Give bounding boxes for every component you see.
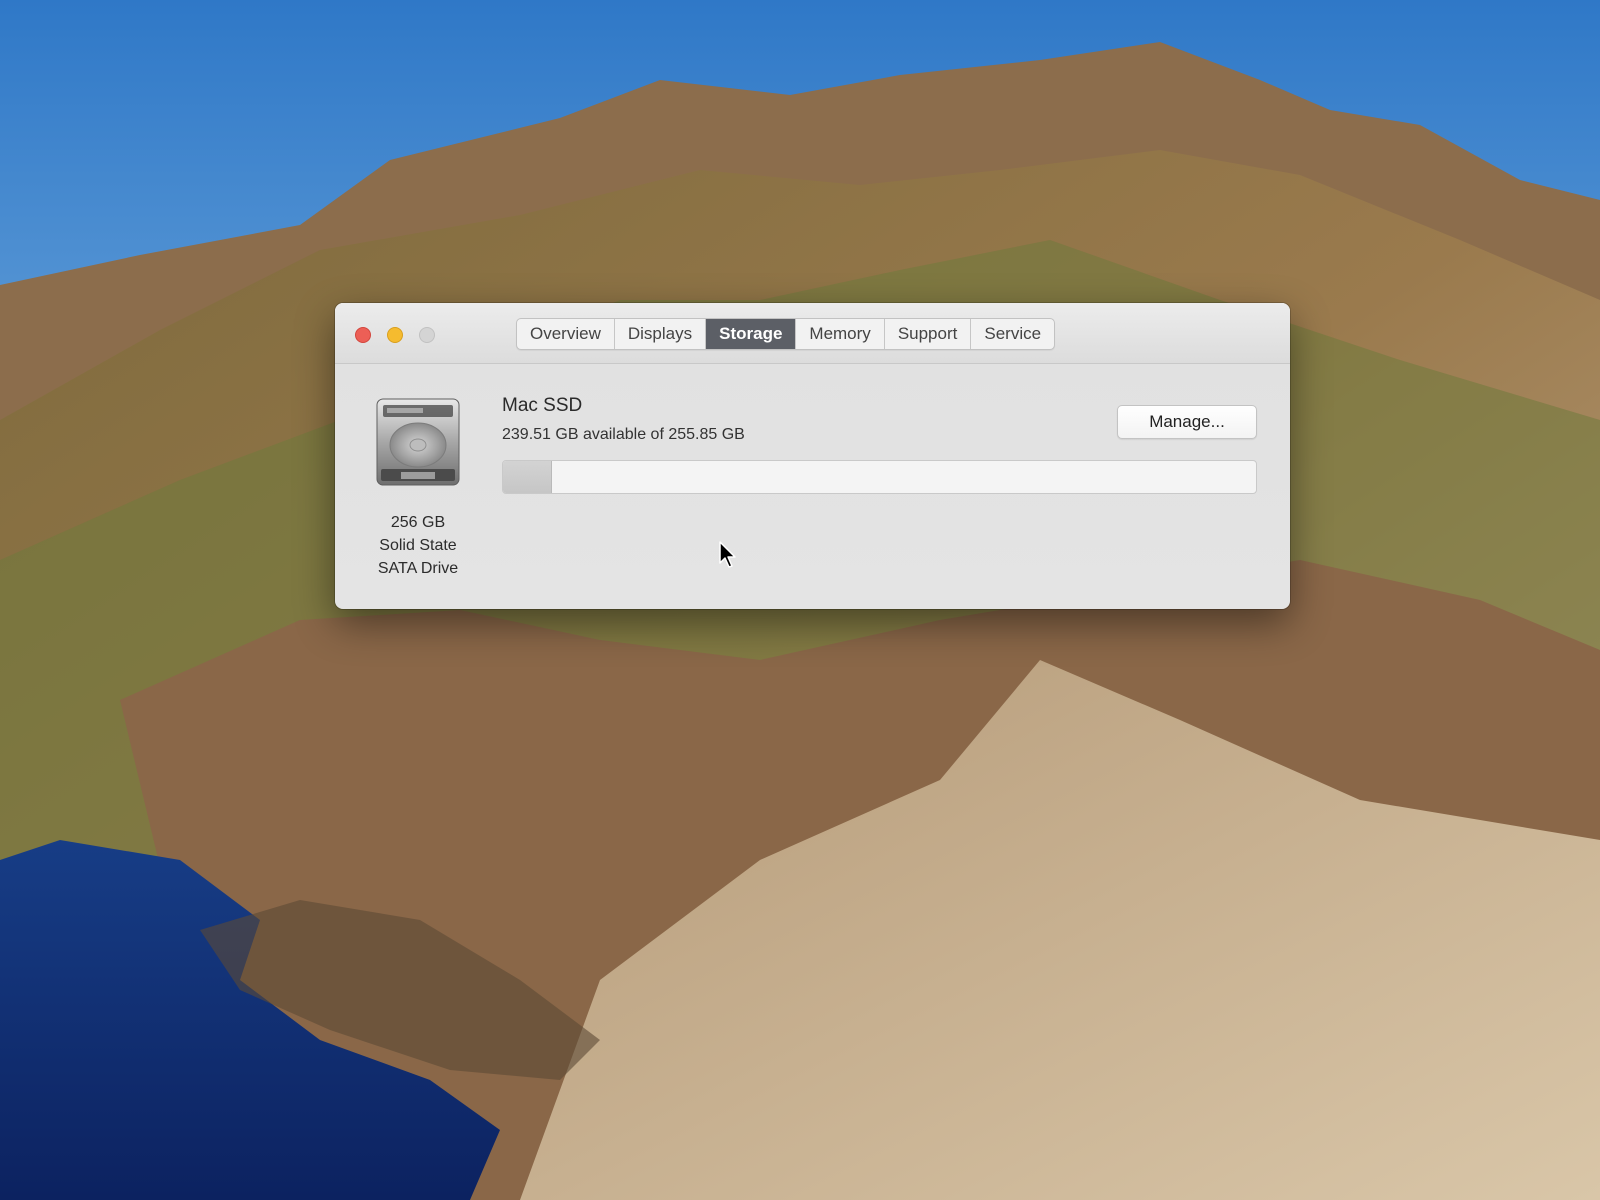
minimize-button[interactable] — [387, 327, 403, 343]
drive-caption: 256 GB Solid State SATA Drive — [353, 511, 483, 580]
hard-drive-icon — [376, 398, 460, 486]
desktop: Overview Displays Storage Memory Support… — [0, 0, 1600, 1200]
manage-button[interactable]: Manage... — [1117, 405, 1257, 439]
volume-name: Mac SSD — [502, 395, 583, 416]
tab-displays[interactable]: Displays — [615, 319, 707, 349]
volume-availability: 239.51 GB available of 255.85 GB — [502, 426, 745, 443]
tab-storage[interactable]: Storage — [706, 319, 797, 349]
tab-service[interactable]: Service — [971, 319, 1054, 349]
close-button[interactable] — [355, 327, 371, 343]
tab-overview[interactable]: Overview — [517, 319, 615, 349]
tab-bar: Overview Displays Storage Memory Support… — [516, 318, 1056, 350]
window-titlebar: Overview Displays Storage Memory Support… — [335, 303, 1290, 364]
mouse-pointer-icon — [719, 541, 736, 568]
drive-type: Solid State — [379, 537, 457, 554]
drive-interface: SATA Drive — [377, 560, 459, 577]
tab-support[interactable]: Support — [885, 319, 972, 349]
drive-capacity: 256 GB — [390, 514, 446, 531]
storage-usage-bar — [502, 460, 1257, 494]
tab-memory[interactable]: Memory — [796, 319, 885, 349]
zoom-button[interactable] — [419, 327, 435, 343]
about-this-mac-window: Overview Displays Storage Memory Support… — [335, 303, 1290, 609]
storage-used-segment — [503, 461, 553, 493]
